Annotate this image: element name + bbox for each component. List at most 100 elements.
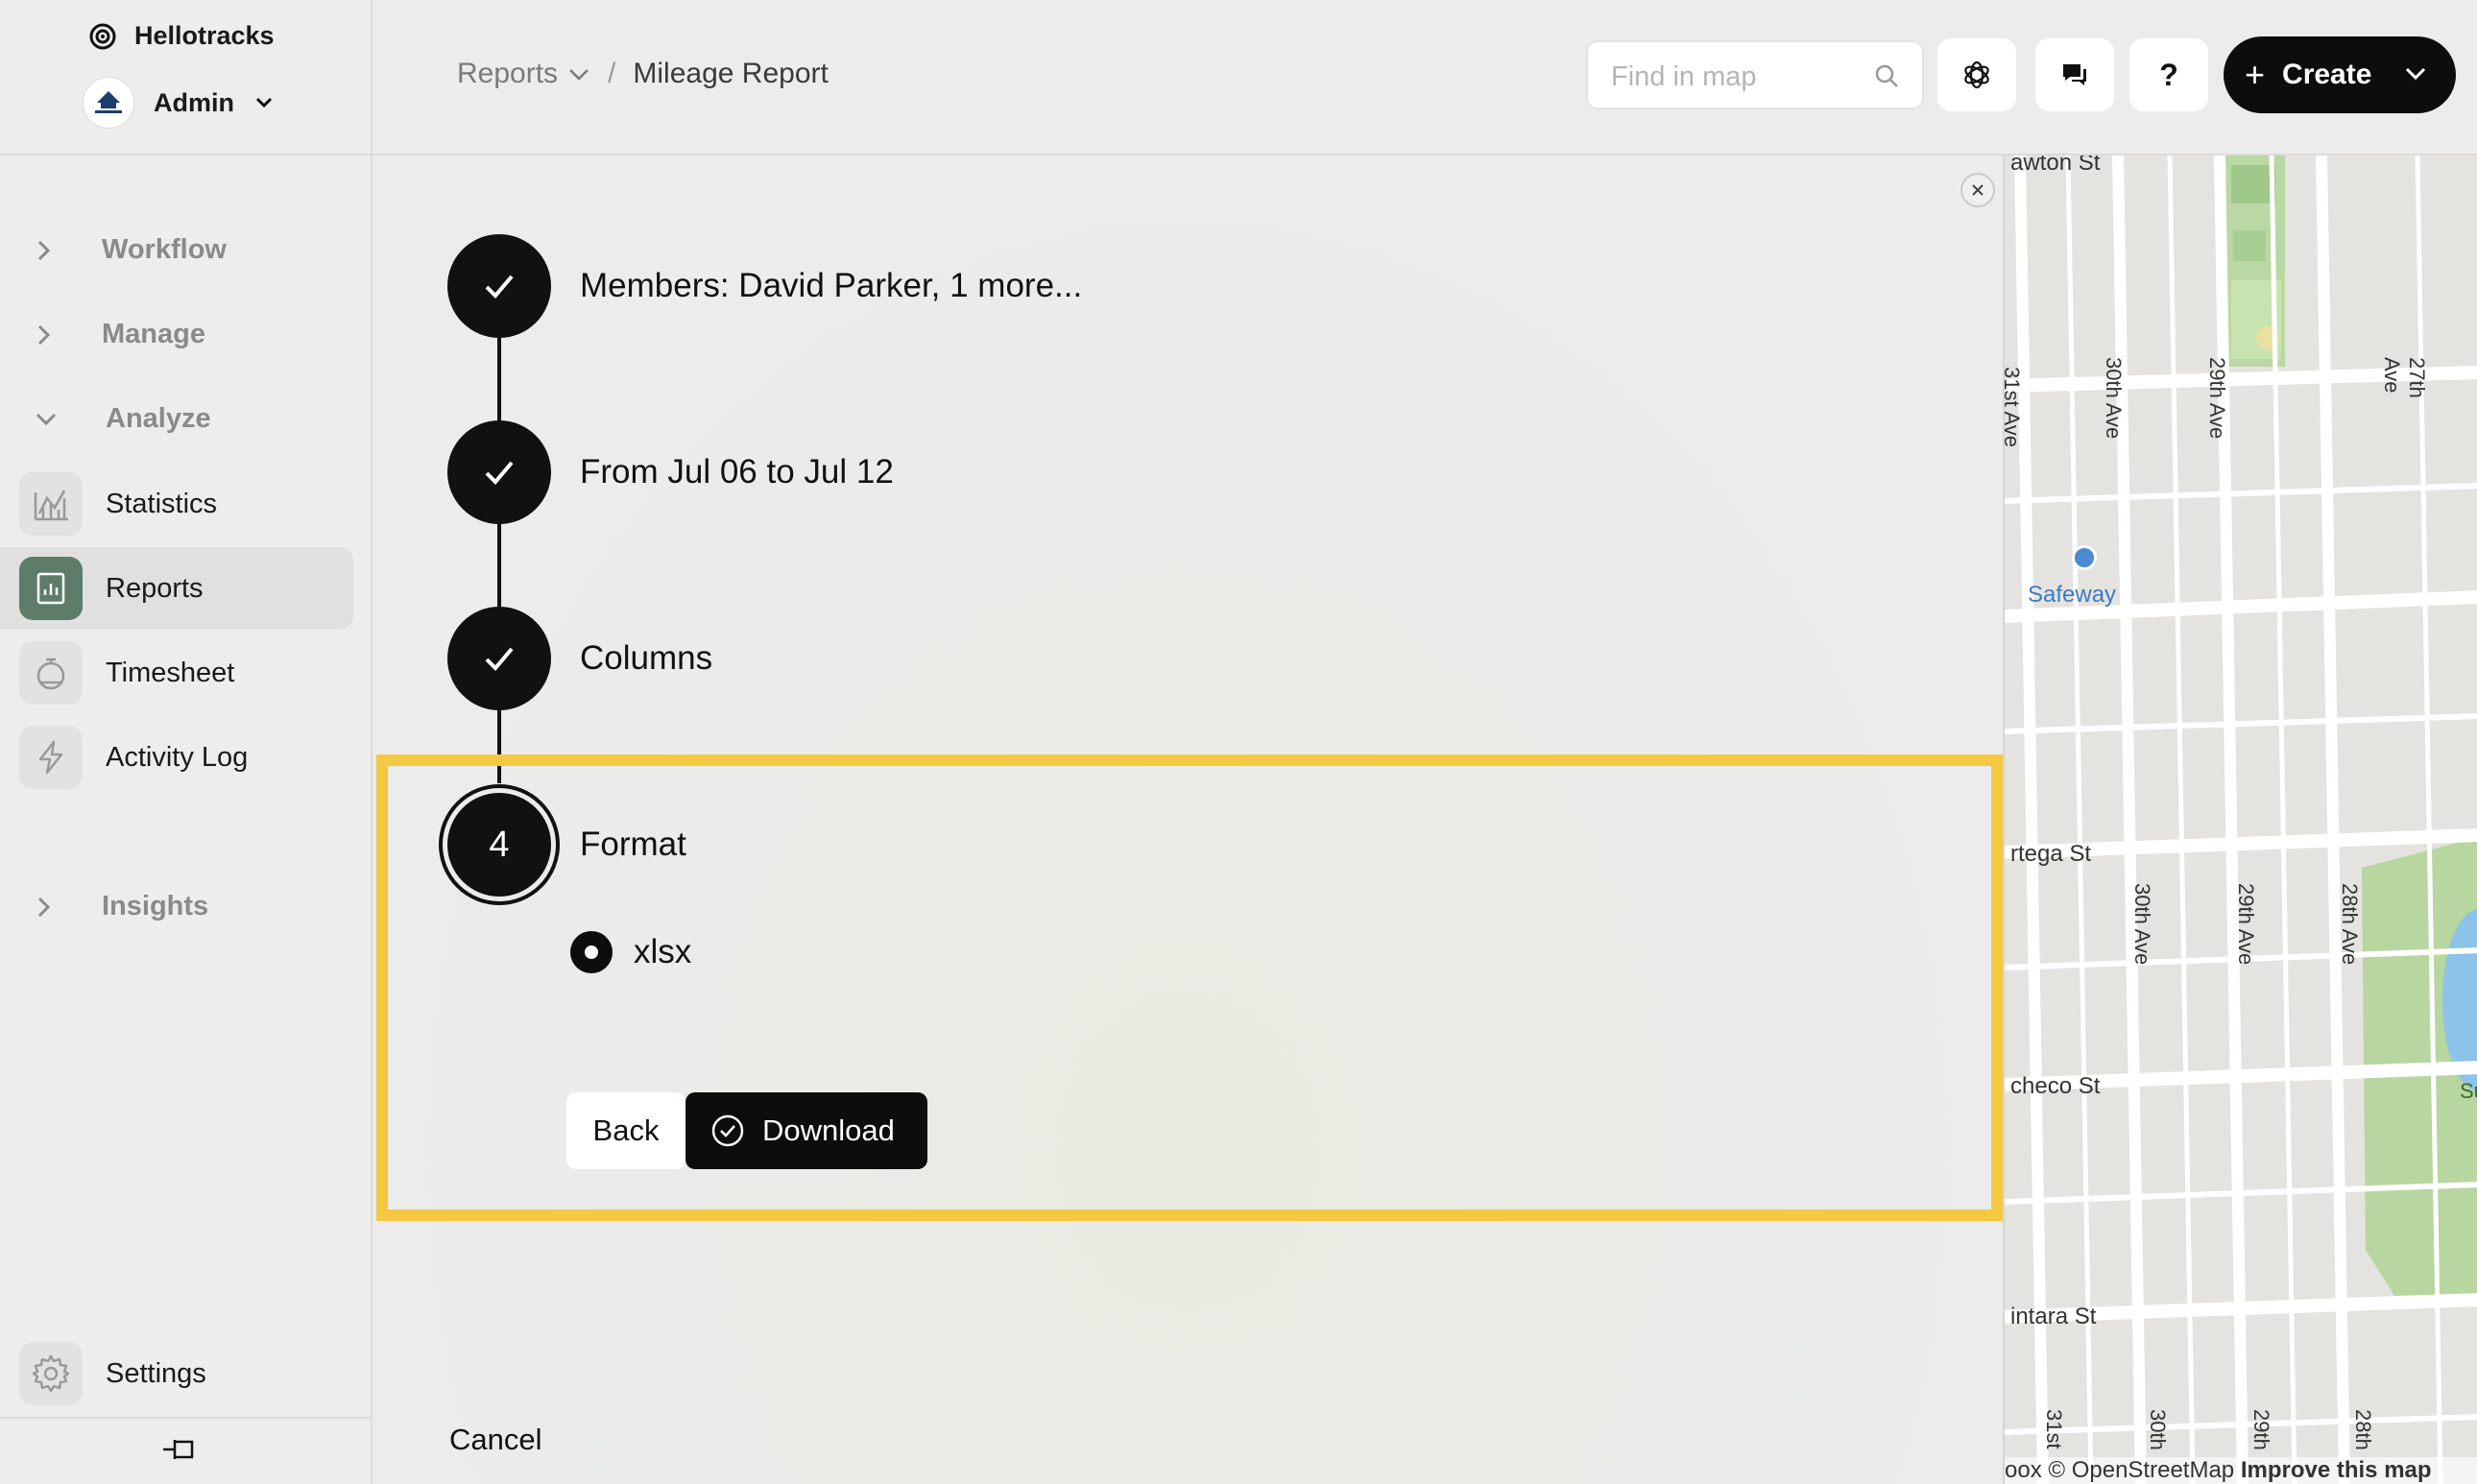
sidebar: Hellotracks Admin Workflow Manage Analyz… <box>0 0 373 1484</box>
nav-group-analyze[interactable]: Analyze <box>35 403 211 435</box>
improve-map-link[interactable]: Improve this map <box>2241 1457 2432 1483</box>
sidebar-divider <box>0 154 371 156</box>
street-label: 28th Ave <box>2338 883 2362 966</box>
step-3-done-indicator[interactable] <box>447 607 551 710</box>
sidebar-item-statistics[interactable]: Statistics <box>0 463 353 545</box>
step-label-columns[interactable]: Columns <box>580 639 712 678</box>
cancel-link[interactable]: Cancel <box>449 1423 542 1457</box>
street-label: 30th Ave <box>2130 883 2154 966</box>
chat-icon <box>2063 64 2086 85</box>
breadcrumb-reports[interactable]: Reports <box>457 58 590 90</box>
step-1-done-indicator[interactable] <box>447 234 551 338</box>
street-label: 29th Ave <box>2205 357 2229 440</box>
ai-assistant-icon <box>1964 60 1989 89</box>
sidebar-item-label: Reports <box>106 572 204 604</box>
chart-icon <box>19 472 83 536</box>
download-label: Download <box>762 1113 895 1147</box>
sidebar-divider <box>0 1417 371 1419</box>
nav-group-label: Analyze <box>106 403 211 434</box>
sidebar-item-activity-log[interactable]: Activity Log <box>0 716 353 799</box>
street-label: 30th <box>2146 1409 2170 1450</box>
breadcrumb: Reports / Mileage Report <box>457 58 829 90</box>
sidebar-item-settings[interactable]: Settings <box>0 1332 353 1415</box>
street-label: 27th Ave <box>2380 357 2429 398</box>
org-switcher[interactable]: Admin <box>83 77 275 129</box>
street-label: 31st Ave <box>2003 367 2024 447</box>
sidebar-item-reports[interactable]: Reports <box>0 547 353 630</box>
report-icon <box>19 557 83 620</box>
step-2-done-indicator[interactable] <box>447 420 551 524</box>
street-label: 29th Ave <box>2234 883 2258 966</box>
nav-group-label: Manage <box>102 319 205 349</box>
search-input[interactable] <box>1611 58 1861 96</box>
street-label: rtega St <box>2010 841 2092 867</box>
pin-sidebar-icon[interactable] <box>159 1430 198 1469</box>
back-label: Back <box>592 1113 660 1147</box>
step-4-current-indicator: 4 <box>439 784 560 905</box>
nav-group-label: Workflow <box>102 234 227 265</box>
ai-assistant-button[interactable] <box>1937 38 2016 111</box>
street-label: checo St <box>2010 1073 2101 1099</box>
chevron-right-icon <box>37 897 51 917</box>
chat-button[interactable] <box>2035 38 2114 111</box>
nav-group-insights[interactable]: Insights <box>35 891 208 922</box>
brand[interactable]: Hellotracks <box>88 21 275 51</box>
create-button[interactable]: + Create <box>2224 36 2456 113</box>
format-option-label: xlsx <box>634 933 692 970</box>
attribution-text: oox © OpenStreetMap <box>2005 1457 2235 1483</box>
step-label-members[interactable]: Members: David Parker, 1 more... <box>580 267 1082 305</box>
step-number: 4 <box>489 824 510 865</box>
chevron-down-icon <box>36 413 57 425</box>
map-view[interactable]: Safeway awton St 31st Ave 30th Ave 29th … <box>2003 156 2477 1484</box>
street-label: 30th Ave <box>2102 357 2126 440</box>
park-label: Su <box>2460 1079 2477 1103</box>
search-icon[interactable] <box>1874 63 1899 88</box>
step-label-format: Format <box>580 826 686 863</box>
bolt-icon <box>19 726 83 789</box>
checkmark-icon <box>485 275 514 299</box>
create-label: Create <box>2282 59 2372 90</box>
check-circle-icon <box>711 1114 744 1147</box>
street-label: awton St <box>2010 156 2101 176</box>
step-label-date-range[interactable]: From Jul 06 to Jul 12 <box>580 453 894 491</box>
shopping-cart-icon[interactable] <box>2072 545 2097 570</box>
close-icon <box>1972 184 1984 196</box>
nav-group-workflow[interactable]: Workflow <box>35 234 227 266</box>
map-attribution: oox © OpenStreetMap Improve this map <box>2005 1457 2477 1484</box>
nav-group-label: Insights <box>102 891 209 922</box>
timer-icon <box>19 641 83 705</box>
sidebar-item-label: Timesheet <box>106 657 235 688</box>
chevron-right-icon <box>37 324 51 345</box>
gear-icon <box>19 1342 83 1405</box>
chevron-down-icon[interactable] <box>2404 65 2427 83</box>
sidebar-item-timesheet[interactable]: Timesheet <box>0 632 353 714</box>
map-search <box>1586 40 1924 109</box>
sidebar-item-label: Statistics <box>106 488 218 519</box>
org-avatar <box>83 77 134 129</box>
poi-label[interactable]: Safeway <box>2028 582 2116 609</box>
bayview-logo-icon <box>95 91 122 113</box>
help-button[interactable]: ? <box>2129 38 2208 111</box>
chevron-down-icon <box>255 97 273 108</box>
back-button[interactable]: Back <box>566 1092 685 1169</box>
plus-icon: + <box>2245 55 2266 94</box>
chevron-down-icon <box>569 69 589 81</box>
radio-selected[interactable] <box>570 931 613 973</box>
org-name: Admin <box>154 87 234 117</box>
format-option-xlsx[interactable]: xlsx <box>570 931 691 973</box>
download-button[interactable]: Download <box>685 1092 927 1169</box>
breadcrumb-separator: / <box>608 58 616 89</box>
sidebar-item-label: Settings <box>106 1357 206 1389</box>
map-canvas <box>2005 156 2477 1484</box>
street-label: 29th <box>2249 1409 2273 1450</box>
chevron-right-icon <box>37 240 51 260</box>
help-label: ? <box>2159 57 2178 92</box>
top-header: Reports / Mileage Report ? + Create <box>373 0 2477 156</box>
nav-group-manage[interactable]: Manage <box>35 319 205 350</box>
checkmark-icon <box>485 461 514 485</box>
close-button[interactable] <box>1960 173 1995 207</box>
street-label: intara St <box>2010 1304 2097 1329</box>
breadcrumb-current: Mileage Report <box>633 58 829 89</box>
app-name: Hellotracks <box>134 21 275 50</box>
sidebar-item-label: Activity Log <box>106 741 249 773</box>
